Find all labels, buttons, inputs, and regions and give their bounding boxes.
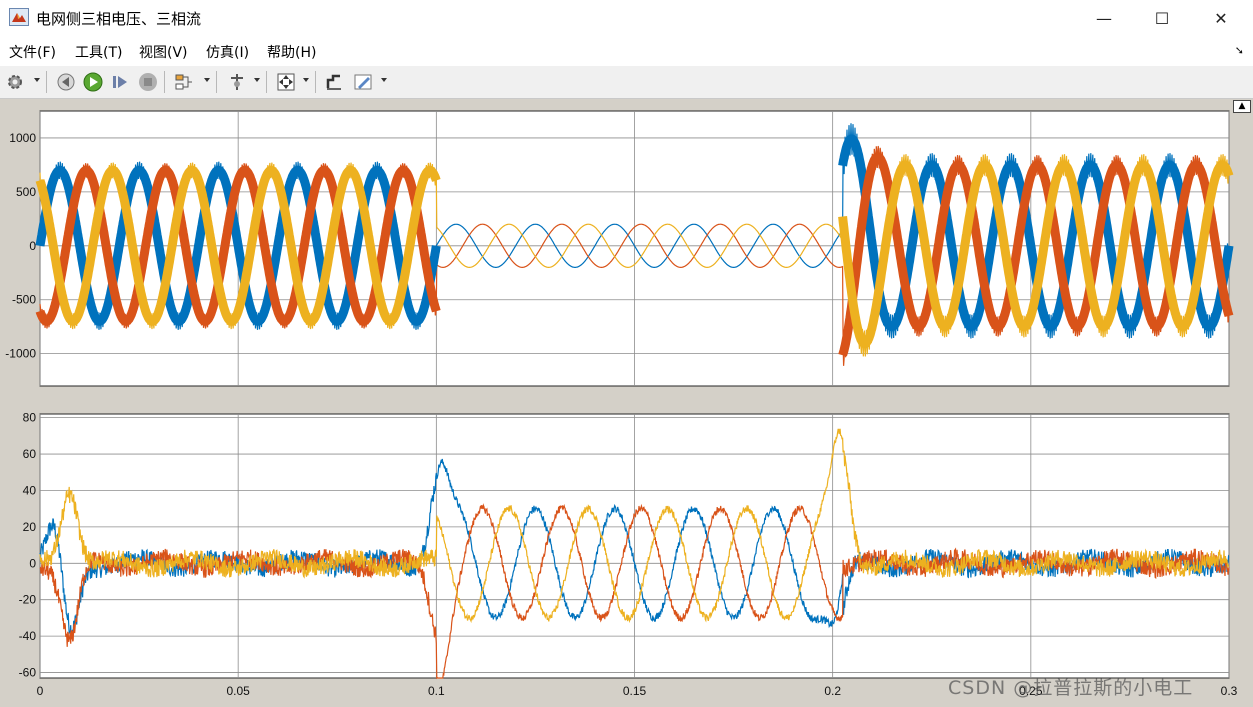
voltage-y-tick-label: 500 [16,185,36,199]
current-y-tick-label: 40 [23,483,37,497]
current-x-tick-label: 0.1 [428,684,445,698]
current-y-tick-label: 60 [23,447,37,461]
current-y-tick-label: 20 [23,520,37,534]
voltage-y-ticks: 1000 500 0 -500 -1000 [5,131,36,361]
current-y-tick-label: -40 [19,629,37,643]
current-x-tick-label: 0.2 [824,684,841,698]
csdn-watermark: CSDN @拉普拉斯的小电工 [948,677,1194,699]
current-y-tick-label: -60 [19,666,37,680]
current-y-tick-label: -20 [19,593,37,607]
current-x-tick-label: 0.15 [623,684,647,698]
current-x-tick-label: 0 [37,684,44,698]
voltage-y-tick-label: -1000 [5,347,36,361]
voltage-y-tick-label: 0 [29,239,36,253]
current-y-tick-label: 80 [23,411,37,425]
current-x-tick-label: 0.3 [1221,684,1238,698]
scope-plot-area: 1000 500 0 -500 -1000 80 60 40 20 0 -20 -40 -60 0 0.… [5,110,1238,698]
current-y-tick-label: 0 [29,556,36,570]
voltage-y-tick-label: -500 [12,293,36,307]
voltage-y-tick-label: 1000 [9,131,36,145]
current-x-tick-label: 0.05 [226,684,250,698]
current-y-ticks: 80 60 40 20 0 -20 -40 -60 [19,411,37,680]
